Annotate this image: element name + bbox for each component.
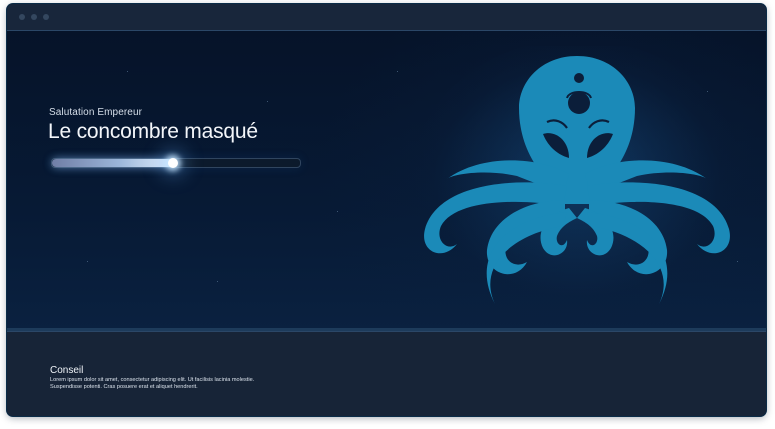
window-dot-icon[interactable] [43,14,49,20]
progress-fill [52,159,174,167]
octopus-icon [412,46,742,319]
loading-subtitle: Salutation Empereur [49,107,143,118]
star [87,261,88,262]
tip-text-line: Lorem ipsum dolor sit amet, consectetur … [50,377,255,383]
loading-stage: Salutation Empereur Le concombre masqué [7,31,766,331]
star [267,101,268,102]
star [397,71,398,72]
star [337,211,338,212]
window-dot-icon[interactable] [19,14,25,20]
loading-title: Le concombre masqué [48,120,258,143]
progress-indicator [167,158,178,168]
window-dot-icon[interactable] [31,14,37,20]
star [217,281,218,282]
loading-progress-bar [51,158,301,168]
title-bar [7,4,766,31]
tip-panel: Conseil Lorem ipsum dolor sit amet, cons… [7,331,766,416]
tip-title: Conseil [50,365,84,376]
tip-text-line: Suspendisse potenti. Cras posuere erat e… [50,384,198,390]
star [127,71,128,72]
app-window: Salutation Empereur Le concombre masqué [7,4,766,416]
